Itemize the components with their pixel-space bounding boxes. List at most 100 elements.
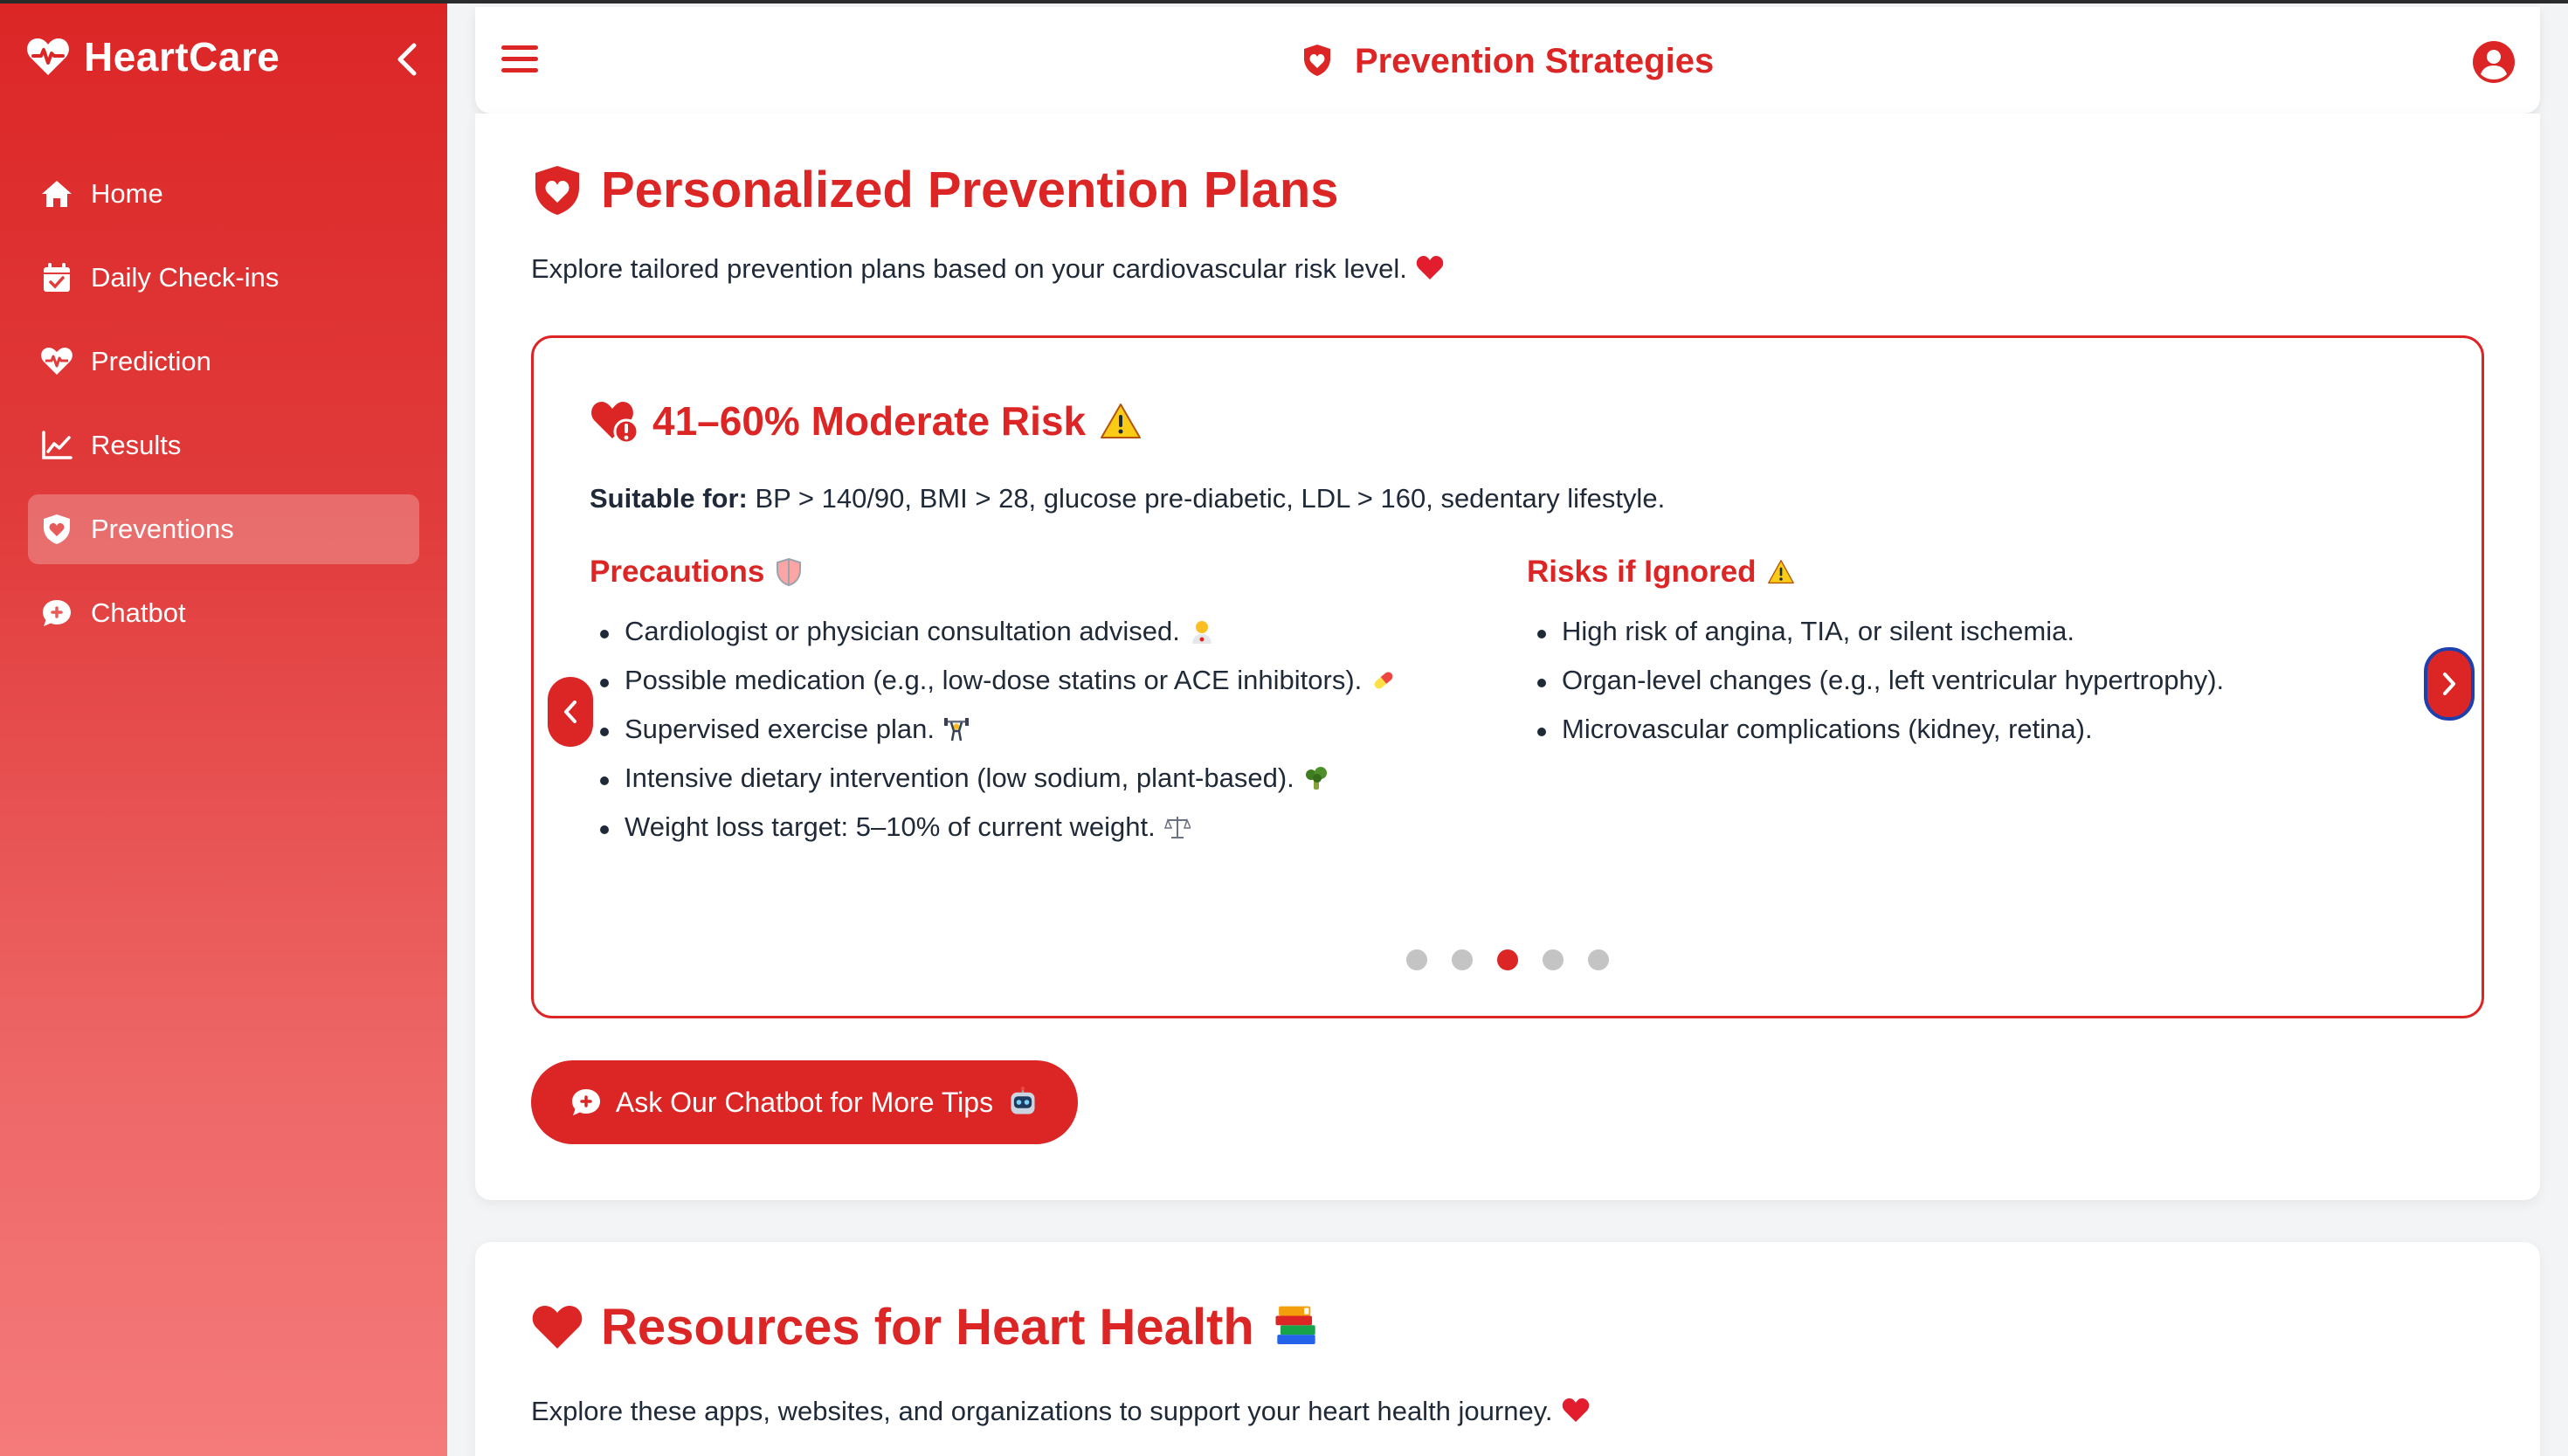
ask-chatbot-button[interactable]: Ask Our Chatbot for More Tips [531, 1060, 1078, 1144]
resources-subtitle: Explore these apps, websites, and organi… [531, 1396, 1590, 1427]
carousel-dot[interactable] [1452, 949, 1473, 970]
list-item: Weight loss target: 5–10% of current wei… [590, 811, 1498, 860]
list-item-text: Organ-level changes (e.g., left ventricu… [1562, 665, 2225, 695]
ask-chatbot-label: Ask Our Chatbot for More Tips [615, 1086, 994, 1118]
heart-alert-icon [591, 402, 639, 444]
suitable-for: Suitable for: BP > 140/90, BMI > 28, glu… [590, 483, 1665, 514]
shield-icon [777, 557, 802, 587]
sidebar-item-preventions[interactable]: Preventions [28, 494, 419, 564]
robot-icon [1011, 1087, 1035, 1114]
list-item-text: Supervised exercise plan. [625, 714, 935, 744]
chart-line-icon [42, 431, 72, 459]
list-item-text: High risk of angina, TIA, or silent isch… [1562, 616, 2074, 646]
slide-title: 41–60% Moderate Risk [590, 397, 1142, 445]
prevention-plans-card: Personalized Prevention Plans Explore ta… [475, 114, 2540, 1200]
brand-name: HeartCare [84, 34, 280, 79]
precautions-list: Cardiologist or physician consultation a… [590, 616, 1498, 860]
home-icon [42, 181, 72, 207]
doctor-icon [1191, 621, 1212, 644]
sidebar-item-label: Prediction [91, 346, 211, 376]
resources-card: Resources for Heart Health Explore these… [475, 1242, 2540, 1456]
sidebar-item-prediction[interactable]: Prediction [28, 327, 419, 397]
list-item: Organ-level changes (e.g., left ventricu… [1527, 665, 2383, 714]
slide-title-text: 41–60% Moderate Risk [652, 398, 1087, 444]
heart-pulse-logo-icon [27, 38, 69, 75]
carousel-dot-active[interactable] [1497, 949, 1518, 970]
broccoli-icon [1305, 767, 1327, 790]
section-subtitle: Explore tailored prevention plans based … [531, 253, 1444, 285]
precautions-column: Precautions Cardiologist or physician co… [590, 555, 1498, 860]
carousel-dot[interactable] [1406, 949, 1427, 970]
warning-icon [1101, 404, 1142, 438]
risks-heading: Risks if Ignored [1527, 555, 2383, 590]
chat-icon [43, 600, 71, 626]
sidebar-nav: Home Daily Check-ins Prediction Results … [28, 159, 419, 662]
risks-list: High risk of angina, TIA, or silent isch… [1527, 616, 2383, 763]
sidebar-item-label: Chatbot [91, 597, 186, 628]
chat-icon [571, 1089, 600, 1115]
books-icon [1275, 1306, 1315, 1344]
resources-heading: Resources for Heart Health [531, 1298, 1321, 1356]
warning-icon [1767, 560, 1794, 584]
sidebar-item-label: Results [91, 430, 182, 460]
carousel-dot[interactable] [1543, 949, 1564, 970]
sidebar-item-label: Home [91, 178, 163, 209]
chevron-right-icon [2443, 673, 2455, 695]
heart-icon [532, 1305, 583, 1349]
list-item: Intensive dietary intervention (low sodi… [590, 763, 1498, 811]
list-item-text: Intensive dietary intervention (low sodi… [625, 763, 1294, 793]
page-title: Prevention Strategies [475, 42, 2540, 81]
carousel-indicators [534, 949, 2482, 970]
shield-heart-icon [1303, 45, 1330, 76]
list-item: Microvascular complications (kidney, ret… [1527, 714, 2383, 763]
user-profile-button[interactable] [2472, 40, 2516, 84]
list-item: Cardiologist or physician consultation a… [590, 616, 1498, 665]
sidebar-item-label: Daily Check-ins [91, 262, 280, 293]
list-item: High risk of angina, TIA, or silent isch… [1527, 616, 2383, 665]
collapse-sidebar-button[interactable] [390, 38, 425, 80]
shield-heart-icon [44, 514, 70, 544]
window-top-edge [0, 0, 2568, 3]
top-header: Prevention Strategies [475, 7, 2540, 114]
chevron-left-icon [564, 700, 576, 723]
scale-icon [1163, 817, 1191, 838]
user-circle-icon [2473, 41, 2515, 83]
carousel-next-button[interactable] [2424, 647, 2475, 721]
shield-heart-icon [535, 165, 579, 215]
sidebar-item-daily-checkins[interactable]: Daily Check-ins [28, 243, 419, 313]
risks-column: Risks if Ignored High risk of angina, TI… [1527, 555, 2383, 763]
list-item-text: Possible medication (e.g., low-dose stat… [625, 665, 1363, 695]
red-heart-icon [1416, 256, 1444, 279]
page-title-text: Prevention Strategies [1354, 42, 1715, 80]
sidebar-item-results[interactable]: Results [28, 411, 419, 480]
carousel-dot[interactable] [1588, 949, 1609, 970]
risks-title: Risks if Ignored [1527, 555, 1757, 589]
sidebar-item-home[interactable]: Home [28, 159, 419, 229]
list-item-text: Microvascular complications (kidney, ret… [1562, 714, 2093, 744]
section-title: Personalized Prevention Plans [601, 162, 1339, 218]
suitable-label: Suitable for: [590, 483, 748, 514]
sidebar-item-label: Preventions [91, 514, 234, 544]
precautions-title: Precautions [590, 555, 765, 589]
brand[interactable]: HeartCare [26, 33, 280, 80]
precautions-heading: Precautions [590, 555, 1498, 590]
subtitle-text: Explore tailored prevention plans based … [531, 253, 1407, 284]
suitable-text: BP > 140/90, BMI > 28, glucose pre-diabe… [755, 483, 1666, 514]
list-item: Supervised exercise plan. [590, 714, 1498, 763]
list-item-text: Cardiologist or physician consultation a… [625, 616, 1180, 646]
list-item: Possible medication (e.g., low-dose stat… [590, 665, 1498, 714]
calendar-check-icon [44, 263, 70, 292]
weightlifter-icon [943, 718, 969, 742]
carousel-prev-button[interactable] [548, 677, 593, 747]
sidebar-item-chatbot[interactable]: Chatbot [28, 578, 419, 648]
resources-title: Resources for Heart Health [601, 1299, 1254, 1356]
heart-pulse-icon [41, 348, 72, 375]
risk-plan-carousel: 41–60% Moderate Risk Suitable for: BP > … [531, 335, 2484, 1018]
chevron-left-icon [397, 43, 417, 76]
red-heart-icon [1562, 1398, 1589, 1422]
list-item-text: Weight loss target: 5–10% of current wei… [625, 811, 1156, 842]
pill-icon [1374, 672, 1393, 689]
section-heading: Personalized Prevention Plans [531, 161, 1339, 219]
resources-subtitle-text: Explore these apps, websites, and organi… [531, 1396, 1553, 1426]
sidebar: HeartCare Home Daily Check-ins Predictio… [0, 0, 447, 1456]
